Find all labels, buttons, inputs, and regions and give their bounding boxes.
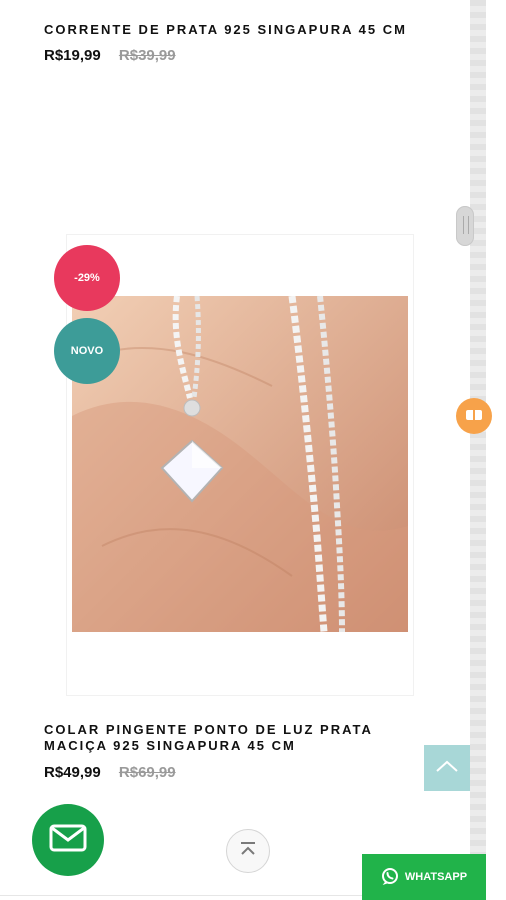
current-price: R$49,99 xyxy=(44,764,101,781)
necklace-photo-illustration xyxy=(72,296,408,632)
whatsapp-label: WHATSAPP xyxy=(404,871,468,883)
gift-icon xyxy=(465,407,483,426)
chevron-up-icon xyxy=(435,759,459,778)
product-title-line2: MACIÇA 925 SINGAPURA 45 CM xyxy=(44,738,296,753)
price-row: R$19,99 R$39,99 xyxy=(44,47,176,64)
product-image[interactable] xyxy=(72,296,408,632)
original-price: R$39,99 xyxy=(118,47,176,64)
current-price: R$19,99 xyxy=(44,47,101,64)
whatsapp-button[interactable]: WHATSAPP xyxy=(362,854,486,900)
price-row: R$49,99 R$69,99 xyxy=(44,764,176,781)
email-button[interactable] xyxy=(32,804,104,876)
whatsapp-icon xyxy=(381,867,399,888)
mail-icon xyxy=(49,824,87,857)
chevron-up-icon xyxy=(238,841,258,862)
discount-badge: -29% xyxy=(54,245,120,311)
pendant-bail xyxy=(183,399,201,417)
page-scrollbar-thumb[interactable] xyxy=(456,206,474,246)
product-title[interactable]: CORRENTE DE PRATA 925 SINGAPURA 45 CM xyxy=(44,22,407,38)
product-title[interactable]: COLAR PINGENTE PONTO DE LUZ PRATA MACIÇA… xyxy=(44,722,373,754)
back-to-top-button[interactable] xyxy=(424,745,470,791)
page-scrollbar-track[interactable] xyxy=(470,0,486,900)
original-price: R$69,99 xyxy=(118,764,176,781)
product-title-line1: COLAR PINGENTE PONTO DE LUZ PRATA xyxy=(44,722,373,737)
scroll-up-button[interactable] xyxy=(226,829,270,873)
product-listing-page: CORRENTE DE PRATA 925 SINGAPURA 45 CM R$… xyxy=(0,0,470,900)
new-badge: NOVO xyxy=(54,318,120,384)
floating-action-pill[interactable] xyxy=(456,398,492,434)
